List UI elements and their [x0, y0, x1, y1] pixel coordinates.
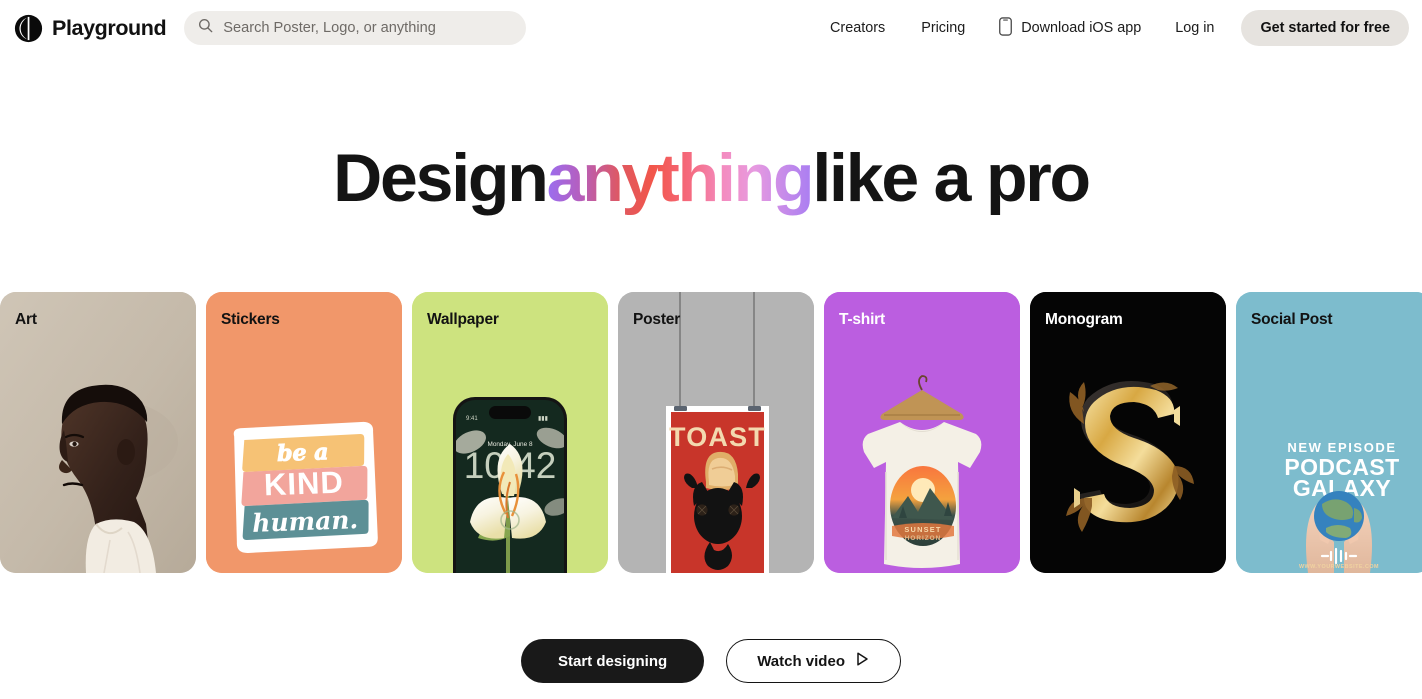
nav-link-creators[interactable]: Creators — [812, 11, 903, 45]
start-designing-label: Start designing — [558, 652, 668, 670]
podcast-galaxy-post: NEW EPISODE PODCAST GALAXY WWW.YOURWEBSI… — [1236, 292, 1422, 573]
brand-logo[interactable]: Playground — [14, 14, 167, 43]
phone-lockscreen-tulip: Monday, June 8 10:42 9:41 ▮▮▮ — [412, 292, 608, 573]
page-title: Designanythinglike a pro — [0, 144, 1422, 212]
svg-text:NEW EPISODE: NEW EPISODE — [1287, 440, 1396, 455]
svg-text:9:41: 9:41 — [466, 416, 478, 422]
headline-highlight: anything — [546, 140, 815, 216]
category-card-wallpaper[interactable]: Monday, June 8 10:42 9:41 ▮▮▮ — [412, 292, 608, 573]
headline-part-1: Design — [333, 140, 549, 216]
headline-part-2: like a pro — [812, 140, 1091, 216]
search-box[interactable] — [184, 11, 527, 45]
svg-text:KIND: KIND — [263, 465, 344, 503]
play-icon — [854, 651, 870, 671]
main-nav: Creators Pricing Download iOS app Log in… — [812, 8, 1409, 49]
playground-logo-icon — [14, 14, 43, 43]
nav-link-pricing[interactable]: Pricing — [903, 11, 983, 45]
phone-icon — [999, 16, 1013, 40]
category-card-art[interactable]: Art — [0, 292, 196, 573]
svg-text:TOAST: TOAST — [669, 422, 766, 452]
category-card-poster[interactable]: TOAST Poster — [618, 292, 814, 573]
get-started-button[interactable]: Get started for free — [1241, 10, 1409, 46]
toast-cat-poster: TOAST — [618, 292, 814, 573]
search-input[interactable] — [223, 20, 513, 36]
svg-text:be a: be a — [277, 439, 329, 467]
hero-actions: Start designing Watch video — [0, 639, 1422, 683]
nav-link-download-ios-app[interactable]: Download iOS app — [983, 8, 1157, 49]
be-a-kind-human-sticker: be a KIND human. — [206, 292, 402, 573]
category-card-tshirt[interactable]: SUNSET HORIZON T-shirt — [824, 292, 1020, 573]
watch-video-button[interactable]: Watch video — [726, 639, 901, 683]
svg-text:WWW.YOURWEBSITE.COM: WWW.YOURWEBSITE.COM — [1299, 564, 1379, 570]
svg-text:HORIZON: HORIZON — [905, 535, 941, 542]
watch-video-label: Watch video — [757, 652, 845, 670]
category-card-row: Art be a KIND human. Stickers Monday, Ju… — [0, 292, 1422, 573]
search-icon — [198, 18, 213, 38]
portrait-photo — [0, 292, 196, 573]
category-card-stickers[interactable]: be a KIND human. Stickers — [206, 292, 402, 573]
svg-text:SUNSET: SUNSET — [904, 525, 941, 534]
svg-text:human.: human. — [252, 505, 359, 538]
site-header: Playground Creators Pricing Download iOS… — [0, 0, 1422, 56]
category-card-monogram[interactable]: Monogram — [1030, 292, 1226, 573]
gold-letter-s — [1030, 292, 1226, 573]
category-card-social-post[interactable]: NEW EPISODE PODCAST GALAXY WWW.YOURWEBSI… — [1236, 292, 1422, 573]
start-designing-button[interactable]: Start designing — [521, 639, 705, 683]
nav-link-label: Download iOS app — [1021, 20, 1142, 36]
tshirt-on-hanger: SUNSET HORIZON — [824, 292, 1020, 573]
svg-text:▮▮▮: ▮▮▮ — [538, 416, 548, 422]
brand-name: Playground — [52, 15, 167, 40]
nav-link-log-in[interactable]: Log in — [1157, 11, 1232, 45]
